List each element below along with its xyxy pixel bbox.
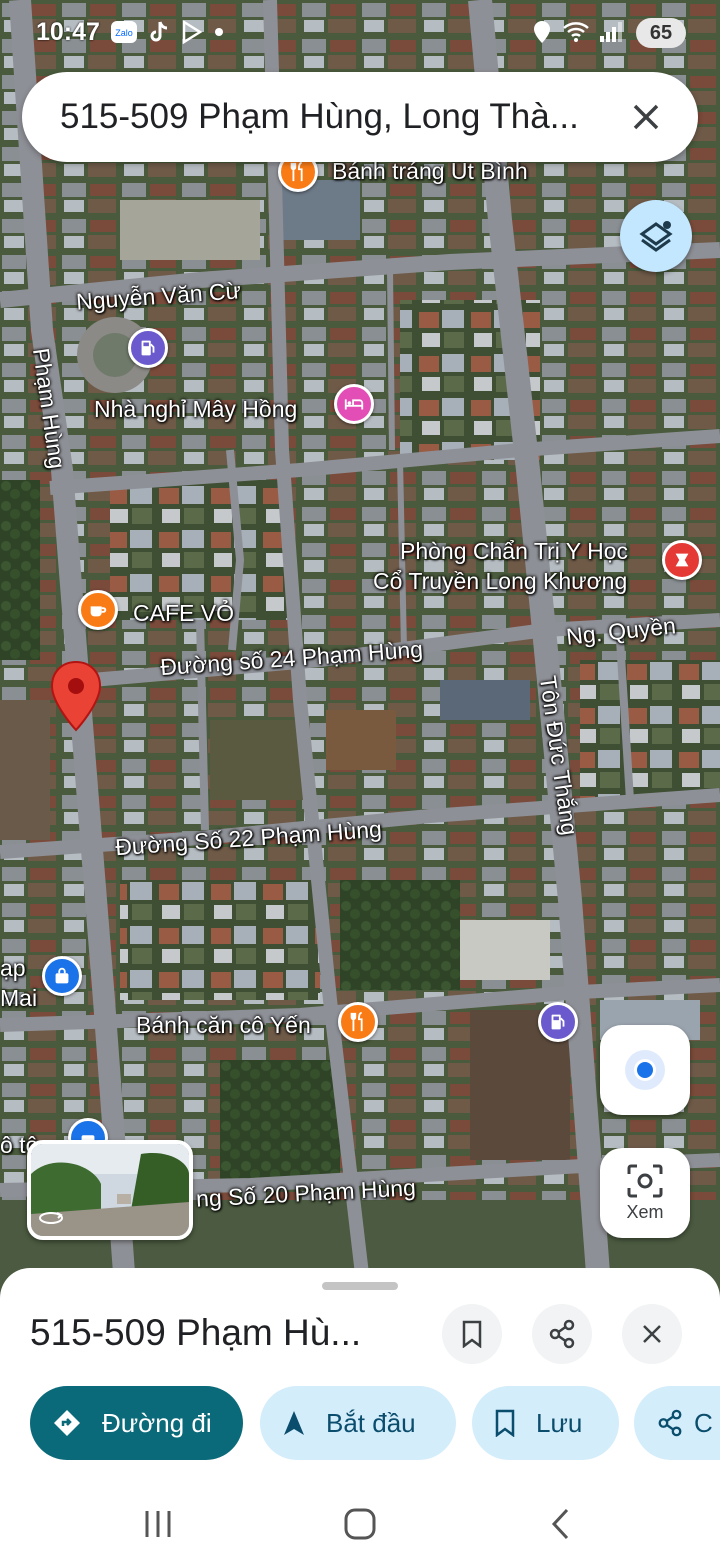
- place-title: 515-509 Phạm Hù...: [30, 1312, 362, 1353]
- home-icon: [344, 1508, 376, 1540]
- save-label: Lưu: [536, 1407, 583, 1438]
- directions-icon: [54, 1410, 80, 1436]
- system-nav-bar: [0, 1488, 720, 1560]
- battery-indicator: 65: [636, 18, 686, 48]
- my-location-button[interactable]: [600, 1025, 690, 1115]
- label-phong-chan-tri-2[interactable]: Cổ Truyền Long Khương: [373, 568, 627, 595]
- search-text[interactable]: 515-509 Phạm Hùng, Long Thà...: [60, 97, 624, 137]
- share-button[interactable]: [532, 1304, 592, 1364]
- close-icon[interactable]: [624, 95, 668, 139]
- gas-station-pin-2[interactable]: [538, 1002, 578, 1042]
- start-button[interactable]: Bắt đầu: [260, 1386, 456, 1460]
- layers-button[interactable]: [620, 200, 692, 272]
- restaurant-pin-2[interactable]: [338, 1002, 378, 1042]
- camera-scan-icon: [627, 1164, 663, 1197]
- close-sheet-button[interactable]: [622, 1304, 682, 1364]
- rotate-360-icon: [39, 1212, 63, 1224]
- label-banh-trang[interactable]: Bánh tráng Út Bình: [332, 158, 528, 185]
- zalo-icon: Zalo: [110, 20, 138, 44]
- shopping-pin[interactable]: [42, 956, 82, 996]
- directions-label: Đường đi: [102, 1407, 212, 1438]
- view-button[interactable]: Xem: [600, 1148, 690, 1238]
- location-icon: [532, 20, 552, 44]
- hotel-pin[interactable]: [334, 384, 374, 424]
- back-icon: [551, 1508, 569, 1540]
- label-nha-nghi[interactable]: Nhà nghỉ Mây Hồng: [94, 396, 297, 423]
- label-tap-hoa-2[interactable]: Mai: [0, 985, 37, 1012]
- cafe-pin[interactable]: [78, 590, 118, 630]
- bookmark-icon: [462, 1320, 482, 1348]
- label-phong-chan-tri-1[interactable]: Phòng Chẩn Trị Y Học: [400, 538, 628, 565]
- dot-icon: [214, 27, 224, 37]
- label-tap-hoa-1[interactable]: ạp: [0, 955, 26, 982]
- status-bar: 10:47 Zalo 65: [0, 0, 720, 64]
- share-icon: [549, 1319, 575, 1349]
- bookmark-icon: [495, 1409, 515, 1437]
- gas-station-pin[interactable]: [128, 328, 168, 368]
- bed-icon: [344, 399, 364, 410]
- search-bar[interactable]: 515-509 Phạm Hùng, Long Thà...: [22, 72, 698, 162]
- svg-text:Zalo: Zalo: [115, 28, 133, 38]
- wifi-icon: [562, 20, 590, 44]
- tiktok-icon: [148, 20, 170, 44]
- close-icon: [643, 1325, 661, 1343]
- drag-handle[interactable]: [322, 1282, 398, 1290]
- share-chip-label: C: [694, 1407, 713, 1438]
- selected-location-pin[interactable]: [50, 660, 102, 732]
- medical-icon: [675, 553, 689, 567]
- start-label: Bắt đầu: [326, 1407, 416, 1438]
- play-icon: [180, 20, 204, 44]
- save-button[interactable]: Lưu: [472, 1386, 619, 1460]
- fork-knife-icon: [290, 161, 303, 182]
- navigation-arrow-icon: [284, 1411, 304, 1435]
- bookmark-button[interactable]: [442, 1304, 502, 1364]
- share-icon: [658, 1409, 682, 1437]
- my-location-icon: [625, 1050, 665, 1090]
- share-chip-button[interactable]: C: [634, 1386, 720, 1460]
- layers-icon: [639, 221, 673, 252]
- fuel-icon: [551, 1014, 565, 1030]
- status-time: 10:47: [36, 17, 100, 46]
- fuel-icon: [141, 340, 155, 356]
- recent-apps-icon: [145, 1511, 171, 1537]
- medical-pin[interactable]: [662, 540, 702, 580]
- view-label: Xem: [626, 1201, 664, 1222]
- label-banh-can[interactable]: Bánh căn cô Yến: [136, 1012, 311, 1039]
- back-button[interactable]: [532, 1498, 592, 1550]
- coffee-cup-icon: [90, 606, 107, 617]
- directions-button[interactable]: Đường đi: [30, 1386, 243, 1460]
- recent-apps-button[interactable]: [128, 1498, 188, 1550]
- label-cafe-vo[interactable]: CAFE VỎ: [133, 600, 234, 627]
- street-view-thumbnail[interactable]: [27, 1140, 193, 1240]
- shopping-bag-icon: [55, 967, 69, 984]
- signal-icon: [598, 20, 624, 44]
- fork-knife-icon: [350, 1011, 363, 1032]
- home-button[interactable]: [330, 1498, 390, 1550]
